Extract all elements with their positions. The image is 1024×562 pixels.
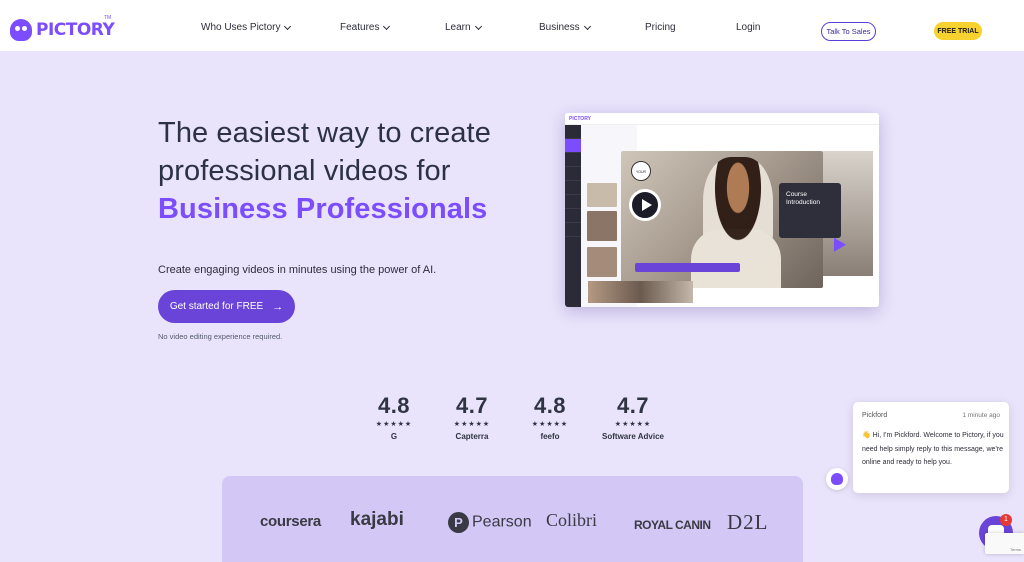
chevron-down-icon (383, 22, 391, 31)
nav-label: Who Uses Pictory (201, 22, 281, 33)
pearson-text: Pearson (472, 513, 532, 531)
customer-logos-section: coursera kajabi P Pearson Colibri ROYAL C… (222, 476, 803, 562)
kajabi-logo: kajabi (350, 509, 404, 530)
rating-value: 4.8 (377, 393, 411, 418)
preview-sidebar-item (565, 125, 581, 139)
pictory-logo[interactable]: PICTORY TM (10, 15, 115, 41)
hero-note: No video editing experience required. (158, 332, 283, 341)
logo-tm: TM (104, 15, 112, 21)
nav-who-uses-pictory[interactable]: Who Uses Pictory (201, 22, 292, 33)
chevron-down-icon (474, 22, 482, 31)
preview-sidebar-item (565, 181, 581, 195)
d2l-logo: D2L (727, 510, 769, 534)
nav-business[interactable]: Business (539, 22, 591, 33)
preview-presenter (703, 157, 773, 267)
colibri-logo: Colibri (546, 510, 598, 530)
hero-title-accent: Business Professionals (158, 193, 488, 225)
rating-capterra: 4.7 ★★★★★ Capterra (437, 393, 507, 441)
play-icon (629, 189, 661, 221)
coursera-logo: coursera (260, 513, 321, 530)
free-trial-button[interactable]: FREE TRIAL (934, 22, 982, 40)
preview-sidebar-item (565, 209, 581, 223)
logo-text: PICTORY (36, 20, 115, 40)
preview-course-card: Course Introduction (779, 183, 841, 238)
rating-g2: 4.8 ★★★★★ G (359, 393, 429, 441)
hero-title-line2: professional videos for (158, 155, 451, 187)
rating-value: 4.7 (616, 393, 650, 418)
chat-sender-name: Pickford (862, 412, 888, 419)
talk-to-sales-button[interactable]: Talk To Sales (821, 22, 876, 41)
get-started-label: Get started for FREE (169, 301, 264, 312)
chevron-down-icon (284, 22, 292, 31)
preview-topbar: PICTORY (565, 113, 879, 125)
chat-avatar-icon (826, 468, 848, 490)
stars-icon: ★★★★★ (375, 421, 413, 428)
preview-thumbnail (587, 247, 617, 277)
octopus-logo-icon (10, 19, 32, 41)
rating-value: 4.8 (533, 393, 567, 418)
hero-subtitle: Create engaging videos in minutes using … (158, 264, 437, 276)
nav-label: Business (539, 22, 580, 33)
chat-unread-badge: 1 (1000, 514, 1012, 526)
nav-features[interactable]: Features (340, 22, 391, 33)
rating-source-feefo: feefo (540, 432, 560, 441)
stars-icon: ★★★★★ (614, 421, 652, 428)
hero-title: The easiest way to create professional v… (158, 114, 491, 228)
rating-feefo: 4.8 ★★★★★ feefo (515, 393, 585, 441)
chat-message-card[interactable]: Pickford 1 minute ago 👋 Hi, I'm Pickford… (853, 402, 1009, 493)
preview-sidebar-item (565, 195, 581, 209)
preview-sidebar (565, 125, 581, 307)
recaptcha-badge[interactable]: Terms (985, 533, 1024, 554)
chat-message-text: 👋 Hi, I'm Pickford. Welcome to Pictory, … (862, 432, 1004, 466)
app-preview-image: PICTORY YOUR LOGO Course Introduction (565, 113, 879, 307)
nav-login[interactable]: Login (736, 22, 760, 33)
rating-source-g2-icon: G (390, 432, 398, 441)
preview-sidebar-item (565, 153, 581, 167)
stars-icon: ★★★★★ (453, 421, 491, 428)
nav-learn[interactable]: Learn (445, 22, 482, 33)
rating-source-capterra: Capterra (455, 432, 489, 441)
chevron-down-icon (583, 22, 591, 31)
preview-thumbnail (587, 183, 617, 207)
chat-timestamp: 1 minute ago (962, 412, 1000, 419)
get-started-button[interactable]: Get started for FREE → (158, 290, 295, 323)
preview-thumbnail (587, 211, 617, 241)
preview-caption-bar (635, 263, 740, 272)
stars-icon: ★★★★★ (531, 421, 569, 428)
top-nav: PICTORY TM Who Uses Pictory Features Lea… (0, 0, 1024, 51)
nav-pricing[interactable]: Pricing (645, 22, 676, 33)
hero-title-line1: The easiest way to create (158, 117, 491, 149)
preview-logo: PICTORY (569, 116, 591, 122)
preview-your-logo: YOUR LOGO (631, 161, 651, 194)
nav-label: Learn (445, 22, 471, 33)
rating-value: 4.7 (455, 393, 489, 418)
royal-canin-logo: ROYAL CANIN (634, 518, 711, 532)
nav-label: Pricing (645, 22, 676, 33)
pearson-logo: P Pearson (448, 512, 532, 533)
pearson-p-icon: P (448, 512, 469, 533)
rating-source-software-advice: Software Advice (602, 432, 664, 441)
rating-software-advice: 4.7 ★★★★★ Software Advice (598, 393, 668, 441)
preview-sidebar-item (565, 139, 581, 153)
arrow-right-icon: → (272, 300, 284, 313)
preview-sidebar-item (565, 223, 581, 237)
nav-label: Login (736, 22, 761, 33)
preview-bottom-strip (588, 281, 693, 303)
nav-label: Features (340, 22, 380, 33)
preview-sidebar-item (565, 167, 581, 181)
